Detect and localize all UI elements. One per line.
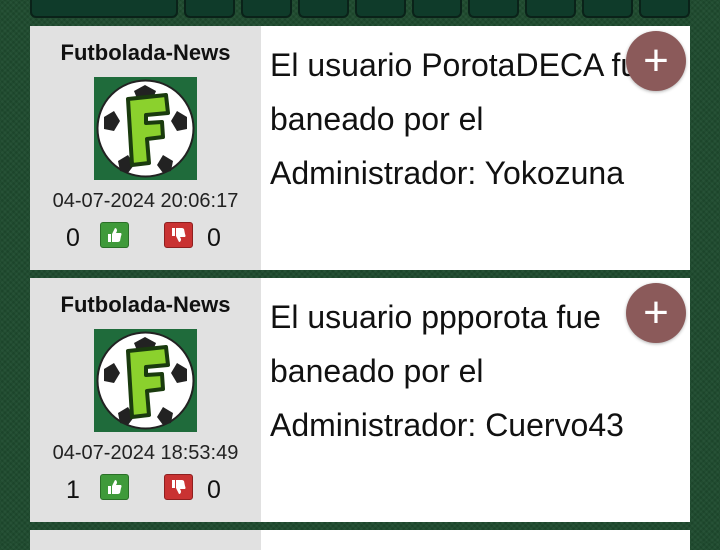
expand-button[interactable]: +: [626, 31, 686, 91]
like-count: 1: [66, 476, 80, 504]
post-author-panel: Futbolada-News 04-07-2024 18:53:49 1 0: [30, 278, 261, 522]
futbolada-logo-icon: [94, 77, 197, 180]
pagination-button[interactable]: [525, 0, 577, 18]
post-timestamp: 04-07-2024 18:53:49: [52, 442, 239, 464]
post-content: El usuario PorotaDECA fue baneado por el…: [261, 26, 690, 270]
like-count: 0: [66, 224, 80, 252]
post-message: El usuario PorotaDECA fue baneado por el…: [270, 47, 656, 191]
pagination-button[interactable]: [184, 0, 235, 18]
pagination-button[interactable]: [297, 0, 349, 18]
news-post: Futbolada-News 04-07-2024 20:06:17 0 0 E…: [30, 26, 690, 270]
post-author[interactable]: Futbolada-News: [30, 292, 261, 318]
pagination-bar: [30, 0, 691, 18]
post-author[interactable]: Futbolada-News: [30, 40, 261, 66]
post-content: El usuario ppporota fue baneado por el A…: [261, 278, 690, 522]
pagination-button[interactable]: [240, 0, 292, 18]
thumbs-up-icon[interactable]: [100, 474, 129, 500]
post-message: El usuario ppporota fue baneado por el A…: [270, 299, 624, 443]
pagination-button[interactable]: [30, 0, 178, 18]
post-author-panel: Futbolada-News 04-07-2024 20:06:17 0 0: [30, 26, 261, 270]
vote-bar: 0 0: [30, 222, 261, 256]
dislike-count: 0: [207, 224, 221, 252]
author-avatar[interactable]: [94, 77, 197, 180]
vote-bar: 1 0: [30, 474, 261, 508]
post-timestamp: 04-07-2024 20:06:17: [52, 190, 239, 212]
pagination-button[interactable]: [354, 0, 406, 18]
thumbs-up-icon[interactable]: [100, 222, 129, 248]
post-content: [261, 530, 690, 550]
thumbs-down-icon[interactable]: [164, 222, 193, 248]
pagination-button[interactable]: [639, 0, 691, 18]
expand-button[interactable]: +: [626, 283, 686, 343]
futbolada-logo-icon: [94, 329, 197, 432]
pagination-button[interactable]: [411, 0, 463, 18]
news-post: [30, 530, 690, 550]
pagination-button[interactable]: [468, 0, 520, 18]
thumbs-down-icon[interactable]: [164, 474, 193, 500]
post-author-panel: [30, 530, 261, 550]
author-avatar[interactable]: [94, 329, 197, 432]
pagination-button[interactable]: [582, 0, 634, 18]
dislike-count: 0: [207, 476, 221, 504]
news-post: Futbolada-News 04-07-2024 18:53:49 1 0 E…: [30, 278, 690, 522]
